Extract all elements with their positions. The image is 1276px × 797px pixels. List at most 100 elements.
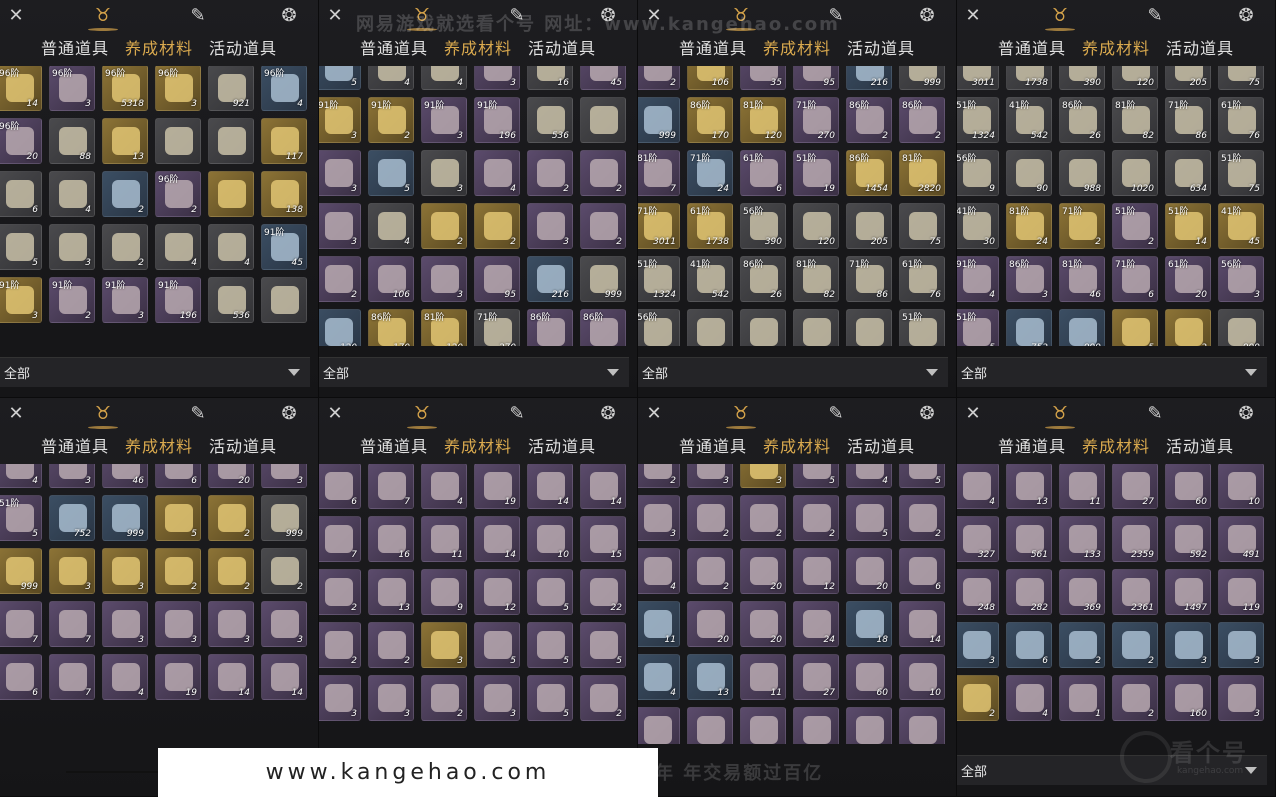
item-slot[interactable]: 3 [208,601,254,647]
item-slot[interactable]: 91阶 45 [261,224,307,270]
item-slot[interactable]: 51阶 19 [793,150,839,196]
item-slot[interactable]: 5 [474,622,520,668]
tab-0[interactable]: 普通道具 [41,433,109,457]
item-slot[interactable]: 2 [102,171,148,217]
item-slot[interactable]: 61阶 76 [1218,97,1264,143]
item-slot[interactable] [580,97,626,143]
item-slot[interactable]: 2 [421,675,467,721]
item-slot[interactable]: 51阶 14 [1165,203,1211,249]
item-slot[interactable]: 11 [421,516,467,562]
item-slot[interactable]: 3 [49,548,95,594]
item-slot[interactable]: 95 [793,66,839,90]
item-slot[interactable]: 3 [687,464,733,488]
item-slot[interactable]: 61阶 20 [1165,256,1211,302]
item-slot[interactable]: 45 [580,66,626,90]
item-slot[interactable]: 3 [49,224,95,270]
medal-icon[interactable]: ❂ [915,3,939,27]
item-slot[interactable]: 2 [319,569,361,615]
item-slot[interactable]: 2 [261,548,307,594]
item-slot[interactable]: 27 [793,654,839,700]
item-slot[interactable]: 4 [846,464,892,488]
item-slot[interactable]: 1020 [1112,150,1158,196]
item-slot[interactable]: 5 [0,224,42,270]
item-slot[interactable]: 120 [1112,66,1158,90]
item-slot[interactable]: 3 [527,203,573,249]
item-slot[interactable] [638,707,680,744]
item-slot[interactable]: 20 [687,601,733,647]
item-slot[interactable]: 106 [368,256,414,302]
item-slot[interactable]: 6 [155,464,201,488]
item-slot[interactable]: 5 [793,464,839,488]
tab-1[interactable]: 养成材料 [444,35,512,59]
tab-0[interactable]: 普通道具 [360,35,428,59]
item-slot[interactable]: 752 [49,495,95,541]
item-slot[interactable]: 51阶 2 [1112,203,1158,249]
item-slot[interactable]: 20 [740,601,786,647]
tab-1[interactable]: 养成材料 [763,35,831,59]
item-slot[interactable]: 5 [155,495,201,541]
crossed-swords-icon[interactable]: ✕ [4,3,28,27]
item-slot[interactable]: 282 [1006,569,1052,615]
item-slot[interactable]: 7 [0,601,42,647]
medal-icon[interactable]: ❂ [1234,401,1258,425]
item-slot[interactable]: 6 [899,548,945,594]
item-slot[interactable]: 2 [474,203,520,249]
item-slot[interactable]: 96阶 20 [0,118,42,164]
item-slot[interactable]: 327 [957,516,999,562]
item-slot[interactable]: 86阶 26 [1059,97,1105,143]
item-slot[interactable]: 205 [1165,66,1211,90]
crossed-swords-icon[interactable]: ✕ [4,401,28,425]
item-slot[interactable]: 61阶 76 [899,256,945,302]
pouch-icon[interactable]: ♉ [407,401,437,429]
item-slot[interactable]: 14 [580,464,626,509]
item-slot[interactable]: 4 [421,66,467,90]
item-slot[interactable]: 2 [580,675,626,721]
item-slot[interactable]: 2361 [1112,569,1158,615]
item-slot[interactable]: 3 [1218,675,1264,721]
item-slot[interactable]: 216 [527,256,573,302]
item-slot[interactable]: 7 [368,464,414,509]
item-slot[interactable]: 7 [49,654,95,700]
item-slot[interactable]: 71阶 3011 [638,203,680,249]
item-slot[interactable]: 2 [208,495,254,541]
item-slot[interactable]: 999 [0,548,42,594]
item-slot[interactable]: 41阶 30 [957,203,999,249]
item-slot[interactable]: 81阶 82 [1112,97,1158,143]
item-slot[interactable]: 2 [319,622,361,668]
item-slot[interactable]: 561 [1006,516,1052,562]
item-slot[interactable] [261,277,307,323]
item-slot[interactable]: 3 [421,622,467,668]
item-slot[interactable]: 921 [208,66,254,111]
item-slot[interactable]: 20 [846,548,892,594]
tab-2[interactable]: 活动道具 [528,35,596,59]
item-slot[interactable]: 11 [740,654,786,700]
item-slot[interactable]: 2 [687,495,733,541]
item-slot[interactable]: 51阶 5 [0,495,42,541]
tab-0[interactable]: 普通道具 [998,35,1066,59]
item-slot[interactable]: 14 [261,654,307,700]
pouch-icon[interactable]: ♉ [1045,3,1075,31]
item-slot[interactable]: 71阶 270 [474,309,520,346]
item-slot[interactable]: 634 [1165,150,1211,196]
item-slot[interactable]: 51阶 [899,309,945,346]
item-slot[interactable]: 216 [846,66,892,90]
tab-2[interactable]: 活动道具 [1166,35,1234,59]
item-slot[interactable]: 3 [261,601,307,647]
item-slot[interactable]: 2 [319,256,361,302]
pouch-icon[interactable]: ♉ [88,3,118,31]
item-slot[interactable]: 2 [421,203,467,249]
item-slot[interactable]: 12 [474,569,520,615]
item-slot[interactable]: 61阶 6 [740,150,786,196]
item-slot[interactable]: 88 [49,118,95,164]
item-slot[interactable]: 13 [102,118,148,164]
tab-1[interactable]: 养成材料 [444,433,512,457]
item-slot[interactable]: 9 [421,569,467,615]
item-slot[interactable]: 60 [1165,464,1211,509]
item-slot[interactable]: 999 [638,97,680,143]
item-slot[interactable]: 2 [899,495,945,541]
item-slot[interactable]: 120 [793,203,839,249]
item-slot[interactable]: 13 [1006,464,1052,509]
item-slot[interactable] [793,707,839,744]
item-slot[interactable]: 60 [846,654,892,700]
item-slot[interactable]: 4 [208,224,254,270]
